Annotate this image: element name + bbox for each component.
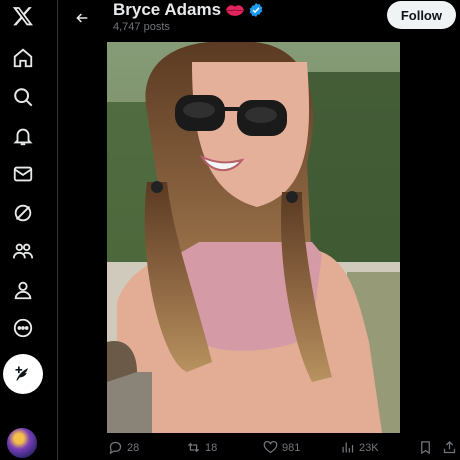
like-icon [263,440,278,454]
reply-count: 28 [127,441,140,454]
post-media-photo[interactable] [107,42,400,433]
follow-button[interactable]: Follow [386,1,456,29]
home-icon[interactable] [9,44,37,72]
profile-name[interactable]: Bryce Adams [113,0,221,20]
reply-icon [109,441,122,455]
share-button[interactable] [442,440,460,455]
like-button[interactable]: 981 [263,440,300,455]
views-icon [342,442,354,453]
like-count: 981 [282,441,301,454]
lips-icon [225,5,245,16]
post-actions: 28 18 981 23K [58,436,460,460]
notifications-icon[interactable] [9,122,37,150]
share-icon [443,440,456,454]
messages-icon[interactable] [9,160,37,188]
back-button[interactable] [70,6,94,30]
views-button[interactable]: 23K [340,440,379,455]
views-count: 23K [359,441,379,454]
avatar[interactable] [7,428,37,458]
compose-button[interactable] [3,354,43,394]
verified-icon [249,3,263,17]
sidebar-nav [0,0,58,460]
bookmark-button[interactable] [418,440,437,455]
repost-count: 18 [205,441,218,454]
post-count: 4,747 posts [113,21,170,33]
compose-icon [15,366,28,381]
reply-button[interactable]: 28 [108,440,139,455]
profile-icon[interactable] [9,276,37,304]
repost-icon [188,442,199,453]
repost-button[interactable]: 18 [186,440,217,455]
back-arrow-icon [76,13,88,23]
more-icon[interactable] [9,314,37,342]
x-logo-icon[interactable] [9,2,37,30]
post-header: Bryce Adams 4,747 posts Follow [58,0,460,38]
title-row: Bryce Adams [113,0,264,20]
grok-icon[interactable] [9,199,37,227]
bookmark-icon [421,441,430,455]
communities-icon[interactable] [9,237,37,265]
search-icon[interactable] [9,83,37,111]
